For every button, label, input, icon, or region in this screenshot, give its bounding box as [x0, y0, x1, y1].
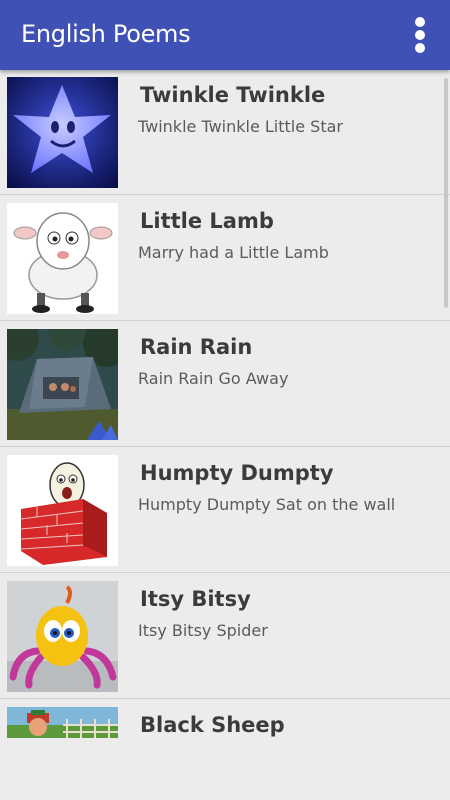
- list-item[interactable]: Itsy Bitsy Itsy Bitsy Spider: [0, 574, 450, 699]
- star-character-image: [7, 77, 118, 188]
- list-item[interactable]: Twinkle Twinkle Twinkle Twinkle Little S…: [0, 70, 450, 195]
- poem-title: Itsy Bitsy: [140, 587, 251, 611]
- poem-title: Rain Rain: [140, 335, 253, 359]
- poem-subtitle: Rain Rain Go Away: [138, 369, 289, 388]
- app-bar: English Poems: [0, 0, 450, 70]
- app-title: English Poems: [21, 20, 191, 48]
- poem-subtitle: Marry had a Little Lamb: [138, 243, 329, 262]
- tent-in-rain-image: [7, 329, 118, 440]
- spider-character-image: [7, 581, 118, 692]
- empty-area: [0, 738, 450, 800]
- poem-title: Twinkle Twinkle: [140, 83, 326, 107]
- more-vert-icon[interactable]: [408, 17, 432, 55]
- poem-subtitle: Twinkle Twinkle Little Star: [138, 117, 343, 136]
- farm-scene-image: [7, 707, 118, 738]
- poem-subtitle: Humpty Dumpty Sat on the wall: [138, 495, 396, 514]
- egg-on-wall-image: [7, 455, 118, 566]
- lamb-character-image: [7, 203, 118, 314]
- poem-title: Humpty Dumpty: [140, 461, 334, 485]
- poem-list[interactable]: Twinkle Twinkle Twinkle Twinkle Little S…: [0, 70, 450, 738]
- poem-subtitle: Itsy Bitsy Spider: [138, 621, 268, 640]
- poem-title: Little Lamb: [140, 209, 274, 233]
- list-item[interactable]: Black Sheep: [0, 700, 450, 738]
- list-item[interactable]: Little Lamb Marry had a Little Lamb: [0, 196, 450, 321]
- list-item[interactable]: Humpty Dumpty Humpty Dumpty Sat on the w…: [0, 448, 450, 573]
- poem-title: Black Sheep: [140, 713, 285, 737]
- scrollbar[interactable]: [444, 78, 448, 308]
- list-item[interactable]: Rain Rain Rain Rain Go Away: [0, 322, 450, 447]
